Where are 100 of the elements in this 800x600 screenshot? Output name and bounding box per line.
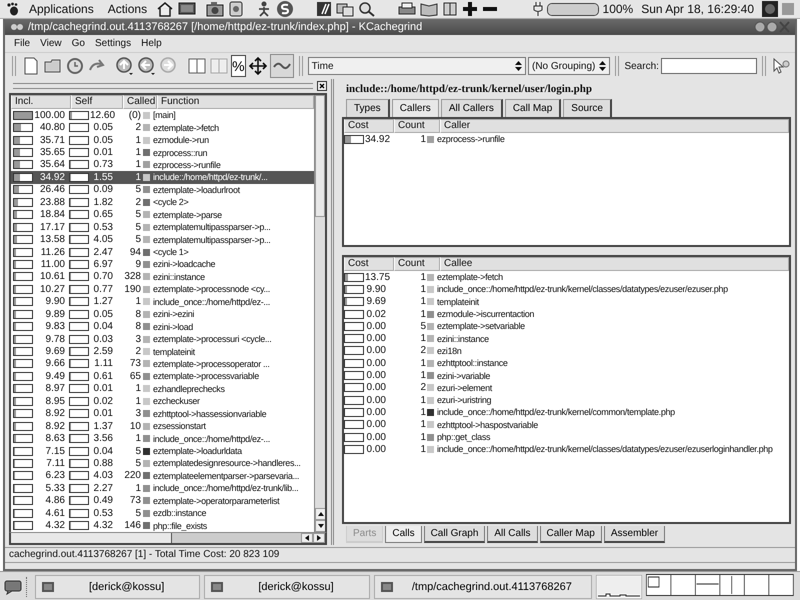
window-controls-icon[interactable] [754,21,790,33]
callee-name[interactable]: ezhttptool->haspostvariable [437,420,538,430]
callee-name[interactable]: eztemplate->setvariable [437,321,525,332]
close-icon[interactable] [317,81,327,91]
whats-this-icon[interactable] [771,56,792,76]
function-row[interactable]: 4.61 0.53 5 ezdb::instance [11,507,314,520]
scroll-up-icon[interactable] [315,508,325,520]
callee-name[interactable]: templateinit [437,296,479,307]
function-row[interactable]: 17.17 0.53 5 eztemplatemultipassparser->p... [11,220,314,234]
function-row[interactable]: 9.90 1.27 1 include_once::/home/httpd/ez-... [11,296,314,308]
function-row[interactable]: 4.86 0.49 73 eztemplate->operatorparameterlist [11,494,314,507]
callee-name[interactable]: ezmodule->iscurrentaction [437,309,534,320]
home-icon[interactable] [156,1,174,17]
menu-item[interactable]: View [37,38,65,49]
task-button[interactable]: /tmp/cachegrind.out.4113768267 [374,574,592,599]
magnifier-icon[interactable] [358,1,376,17]
callee-name[interactable]: ezhttptool::instance [437,358,508,368]
menu-item[interactable]: Help [138,38,165,49]
function-row[interactable]: 35.65 0.01 1 ezprocess::run [11,146,314,159]
tab[interactable]: Caller Map [540,526,602,543]
panel-menu[interactable]: Actions [102,2,152,16]
function-row[interactable]: 11.26 2.47 94 <cycle 1> [11,246,314,258]
function-row[interactable]: 8.92 0.01 3 ezhttptool->hassessionvariable [11,408,314,420]
function-row[interactable]: 9.78 0.03 3 eztemplate->processuri <cycle... [11,332,314,346]
task-button[interactable]: [derick@kossu] [35,574,200,599]
function-row[interactable]: 6.23 4.03 220 eztemplateelementparser->parsevaria... [11,470,314,482]
function-row[interactable]: 10.61 0.70 328 ezini::instance [11,270,314,284]
column-header[interactable]: Cost [344,119,394,133]
function-row[interactable]: 9.49 0.61 65 eztemplate->processvariable [11,370,314,383]
column-header[interactable]: Called [123,95,157,109]
function-row[interactable]: 8.97 0.01 1 ezhandleprechecks [11,382,314,396]
function-row[interactable]: 11.00 6.97 9 ezini->loadcache [11,258,314,271]
column-header[interactable]: Function [157,95,314,109]
callee-name[interactable]: include_once::/home/httpd/ez-trunk/kernel/classes/datatypes/ezuser/ezuserloginhandler.php [437,444,773,454]
function-row[interactable]: 40.80 0.05 2 eztemplate->fetch [11,121,314,134]
split-view-icon[interactable] [187,56,208,76]
percent-toggle[interactable]: % [231,55,246,77]
function-row[interactable]: 100.00 12.60 (0) [main] [11,109,314,122]
function-row[interactable]: 9.66 1.11 73 eztemplate->processoperator ... [11,358,314,370]
column-header[interactable]: Self [71,95,123,109]
function-row[interactable]: 8.63 3.56 1 include_once::/home/httpd/ez-... [11,432,314,445]
panel-menu[interactable]: Applications [24,2,99,16]
function-row[interactable]: 9.69 2.59 2 templateinit [11,345,314,358]
power-icon[interactable] [762,1,778,17]
callee-name[interactable]: ezini->variable [437,370,490,381]
column-header[interactable]: Cost [344,257,394,271]
column-header[interactable]: Count [394,119,440,133]
column-header[interactable]: Incl. [11,95,71,109]
menu-item[interactable]: File [11,38,34,49]
task-button[interactable]: [derick@kossu] [204,574,370,599]
tab[interactable]: All Calls [487,526,538,543]
function-row[interactable]: 18.84 0.65 5 eztemplate->parse [11,208,314,221]
workspace-switcher-icon[interactable] [646,574,796,596]
function-row[interactable]: 7.15 0.04 5 eztemplate->loadurldata [11,444,314,458]
tab[interactable]: Callers [392,99,439,117]
s-logo-icon[interactable] [276,0,294,18]
function-row[interactable]: 10.27 0.77 190 eztemplate->processnode <cy... [11,283,314,296]
callee-name[interactable]: php::get_class [437,432,490,442]
callee-name[interactable]: ezini::instance [437,334,489,344]
tab[interactable]: Source [563,99,612,117]
back-circle-icon[interactable] [137,56,158,76]
printer-icon[interactable] [398,1,416,17]
function-row[interactable]: 13.58 4.05 5 eztemplatemultipassparser->p... [11,233,314,246]
function-row[interactable]: 35.64 0.73 1 ezprocess->runfile [11,158,314,172]
callee-name[interactable]: ezuri->uristring [437,395,492,406]
tab[interactable]: Call Graph [424,526,486,543]
scroll-right-icon[interactable] [313,532,325,543]
foot-icon[interactable] [6,2,20,16]
scrollbar[interactable] [314,95,325,532]
function-row[interactable]: 23.88 1.82 2 <cycle 2> [11,196,314,208]
tab[interactable]: Assembler [604,526,666,543]
search-field[interactable] [660,58,757,74]
tab[interactable]: Call Map [504,99,562,117]
menu-item[interactable]: Settings [92,38,134,49]
clock[interactable]: Sun Apr 18, 16:29:40 [641,2,754,16]
scroll-down-icon[interactable] [315,520,325,532]
slash-icon[interactable] [316,1,332,17]
scroll-left-icon[interactable] [301,532,313,543]
column-header[interactable]: Callee [440,257,789,271]
tab[interactable]: Calls [385,526,422,543]
callee-name[interactable]: include_once::/home/httpd/ez-trunk/kernel/classes/datatypes/ezuser/ezuser.php [437,284,728,294]
function-row[interactable]: 26.46 0.09 5 eztemplate->loadurlroot [11,184,314,196]
function-row[interactable]: 5.33 2.27 1 include_once::/home/httpd/ez-trunk/lib... [11,482,314,495]
window-menu-icon[interactable] [10,21,24,33]
column-header[interactable]: Count [394,257,440,271]
grouping-combo[interactable]: (No Grouping) [528,57,610,75]
camera-icon[interactable] [206,1,224,17]
windows-icon[interactable] [336,1,354,17]
tab[interactable]: Types [346,99,390,117]
event-type-combo[interactable]: Time [308,57,526,75]
up-circle-icon[interactable] [115,56,136,76]
function-row[interactable]: 9.89 0.05 8 ezini->ezini [11,308,314,320]
function-row[interactable]: 9.83 0.04 8 ezini->load [11,320,314,333]
tab[interactable]: All Callers [440,99,503,117]
column-header[interactable]: Caller [440,119,789,133]
caller-name[interactable]: ezprocess->runfile [437,134,504,144]
function-row[interactable]: 34.92 1.55 1 include::/home/httpd/ez-trunk/... [11,171,314,184]
function-row[interactable]: 4.32 4.32 146 php::file_exists [11,519,314,532]
function-row[interactable]: 8.95 0.02 1 ezcheckuser [11,395,314,408]
plus-icon[interactable] [462,1,478,17]
